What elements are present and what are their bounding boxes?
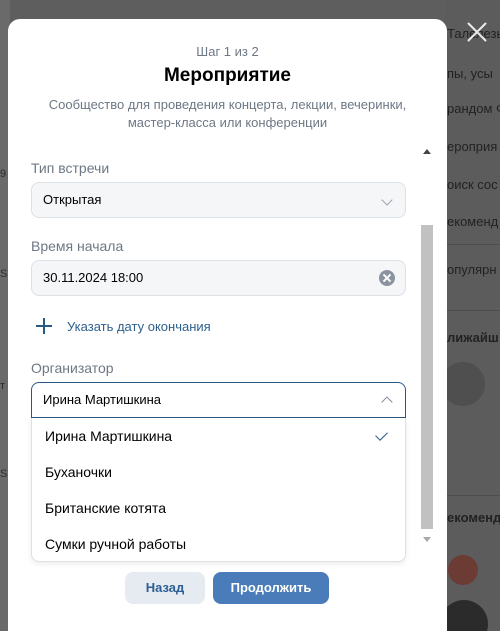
organizer-select[interactable]: Ирина Мартишкина (31, 382, 406, 418)
background-text: оиск сос (447, 177, 498, 192)
modal-subtitle: Сообщество для проведения концерта, лекц… (48, 97, 407, 130)
create-community-modal: Шаг 1 из 2 Мероприятие Сообщество для пр… (8, 19, 447, 631)
background-right-panel: Талелезы пы, усы рандом Ф ероприя оиск с… (445, 0, 500, 631)
add-end-date-label: Указать дату окончания (67, 318, 211, 334)
background-divider (445, 495, 500, 496)
organizer-option[interactable]: Буханочки (32, 454, 405, 490)
start-time-label: Время начала (31, 238, 124, 254)
check-icon (375, 428, 388, 441)
chevron-down-icon (381, 194, 393, 206)
continue-button[interactable]: Продолжить (213, 572, 329, 604)
add-end-date-link[interactable]: Указать дату окончания (36, 315, 211, 337)
meeting-type-label: Тип встречи (31, 160, 110, 176)
chevron-up-icon (381, 396, 393, 408)
back-button[interactable]: Назад (125, 572, 205, 604)
background-text: екоменд (447, 510, 500, 525)
background-text: екоменд (447, 214, 499, 229)
scroll-up-arrow-icon[interactable] (423, 149, 431, 154)
option-label: Сумки ручной работы (45, 536, 187, 552)
background-avatar (448, 555, 478, 585)
background-text: ероприя (447, 139, 498, 154)
meeting-type-select[interactable]: Открытая (31, 182, 406, 218)
background-text: S (0, 268, 8, 280)
option-label: Буханочки (45, 464, 112, 480)
start-time-value: 30.11.2024 18:00 (43, 270, 144, 285)
background-text: 9 (0, 168, 7, 180)
clear-icon[interactable] (379, 270, 395, 286)
background-divider (445, 244, 500, 245)
background-text: опулярн (447, 262, 497, 277)
organizer-label: Организатор (31, 360, 114, 376)
background-text: рандом Ф (447, 101, 500, 116)
plus-icon (36, 318, 52, 334)
organizer-option[interactable]: Ирина Мартишкина (32, 418, 405, 454)
organizer-option[interactable]: Британские котята (32, 490, 405, 526)
organizer-value: Ирина Мартишкина (43, 392, 162, 407)
scroll-down-arrow-icon[interactable] (423, 537, 431, 542)
organizer-option[interactable]: Сумки ручной работы (32, 526, 405, 562)
scrollbar-thumb[interactable] (421, 225, 433, 529)
start-time-input[interactable]: 30.11.2024 18:00 (31, 260, 406, 296)
meeting-type-value: Открытая (43, 192, 102, 207)
background-text: S (0, 468, 8, 480)
background-text: пы, усы (447, 66, 493, 81)
background-text: лижайш (447, 330, 499, 345)
organizer-dropdown: Ирина Мартишкина Буханочки Британские ко… (31, 418, 406, 562)
background-avatar (441, 362, 485, 406)
modal-title: Мероприятие (163, 65, 291, 86)
step-indicator: Шаг 1 из 2 (196, 44, 259, 59)
close-icon[interactable] (463, 18, 491, 46)
option-label: Британские котята (45, 500, 166, 516)
option-label: Ирина Мартишкина (45, 428, 173, 444)
form-scrollbar[interactable] (420, 143, 434, 547)
background-divider (445, 310, 500, 311)
background-text: т (0, 380, 6, 392)
